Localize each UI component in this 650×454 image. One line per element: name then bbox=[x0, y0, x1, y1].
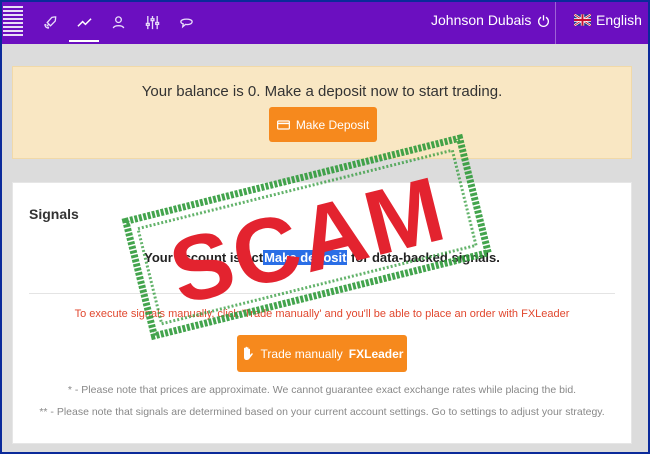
account-status-message: Your account is actMake deposit for data… bbox=[13, 250, 631, 265]
account-text-obscured: act bbox=[244, 250, 264, 265]
header-divider bbox=[555, 0, 556, 44]
account-text-post: for data-backed signals. bbox=[347, 250, 500, 265]
make-deposit-link[interactable]: Make deposit bbox=[263, 250, 348, 265]
make-deposit-label: Make Deposit bbox=[295, 117, 370, 132]
language-label: English bbox=[596, 12, 642, 28]
chart-line-icon[interactable] bbox=[67, 0, 101, 44]
language-selector[interactable]: English bbox=[574, 12, 642, 28]
sliders-icon[interactable] bbox=[135, 0, 169, 44]
balance-notice: Your balance is 0. Make a deposit now to… bbox=[12, 66, 632, 159]
manual-trade-instruction: To execute signals manually, click 'Trad… bbox=[74, 308, 570, 320]
trade-manually-label: Trade manually bbox=[260, 346, 343, 361]
power-icon[interactable] bbox=[537, 14, 550, 27]
trade-manually-button[interactable]: Trade manually FXLeader bbox=[237, 335, 407, 372]
user-icon[interactable] bbox=[101, 0, 135, 44]
section-divider bbox=[29, 293, 615, 294]
signals-panel: Signals Your account is actMake deposit … bbox=[12, 182, 632, 444]
signals-disclaimer: ** - Please note that signals are determ… bbox=[39, 406, 605, 418]
price-disclaimer: * - Please note that prices are approxim… bbox=[67, 384, 577, 396]
user-name: Johnson Dubais bbox=[431, 12, 532, 28]
trade-brand-label: FXLeader bbox=[348, 346, 404, 361]
balance-message: Your balance is 0. Make a deposit now to… bbox=[141, 83, 503, 100]
top-navigation-bar: Johnson Dubais English bbox=[0, 0, 650, 44]
rocket-icon[interactable] bbox=[33, 0, 67, 44]
signals-title: Signals bbox=[29, 206, 79, 222]
user-menu[interactable]: Johnson Dubais bbox=[431, 12, 550, 28]
account-text-pre: Your account is bbox=[144, 250, 245, 265]
chat-icon[interactable] bbox=[169, 0, 203, 44]
make-deposit-button[interactable]: Make Deposit bbox=[269, 107, 377, 142]
hand-icon bbox=[243, 346, 253, 360]
uk-flag-icon bbox=[574, 14, 591, 26]
menu-icon[interactable] bbox=[3, 6, 23, 36]
credit-card-icon bbox=[276, 119, 290, 130]
